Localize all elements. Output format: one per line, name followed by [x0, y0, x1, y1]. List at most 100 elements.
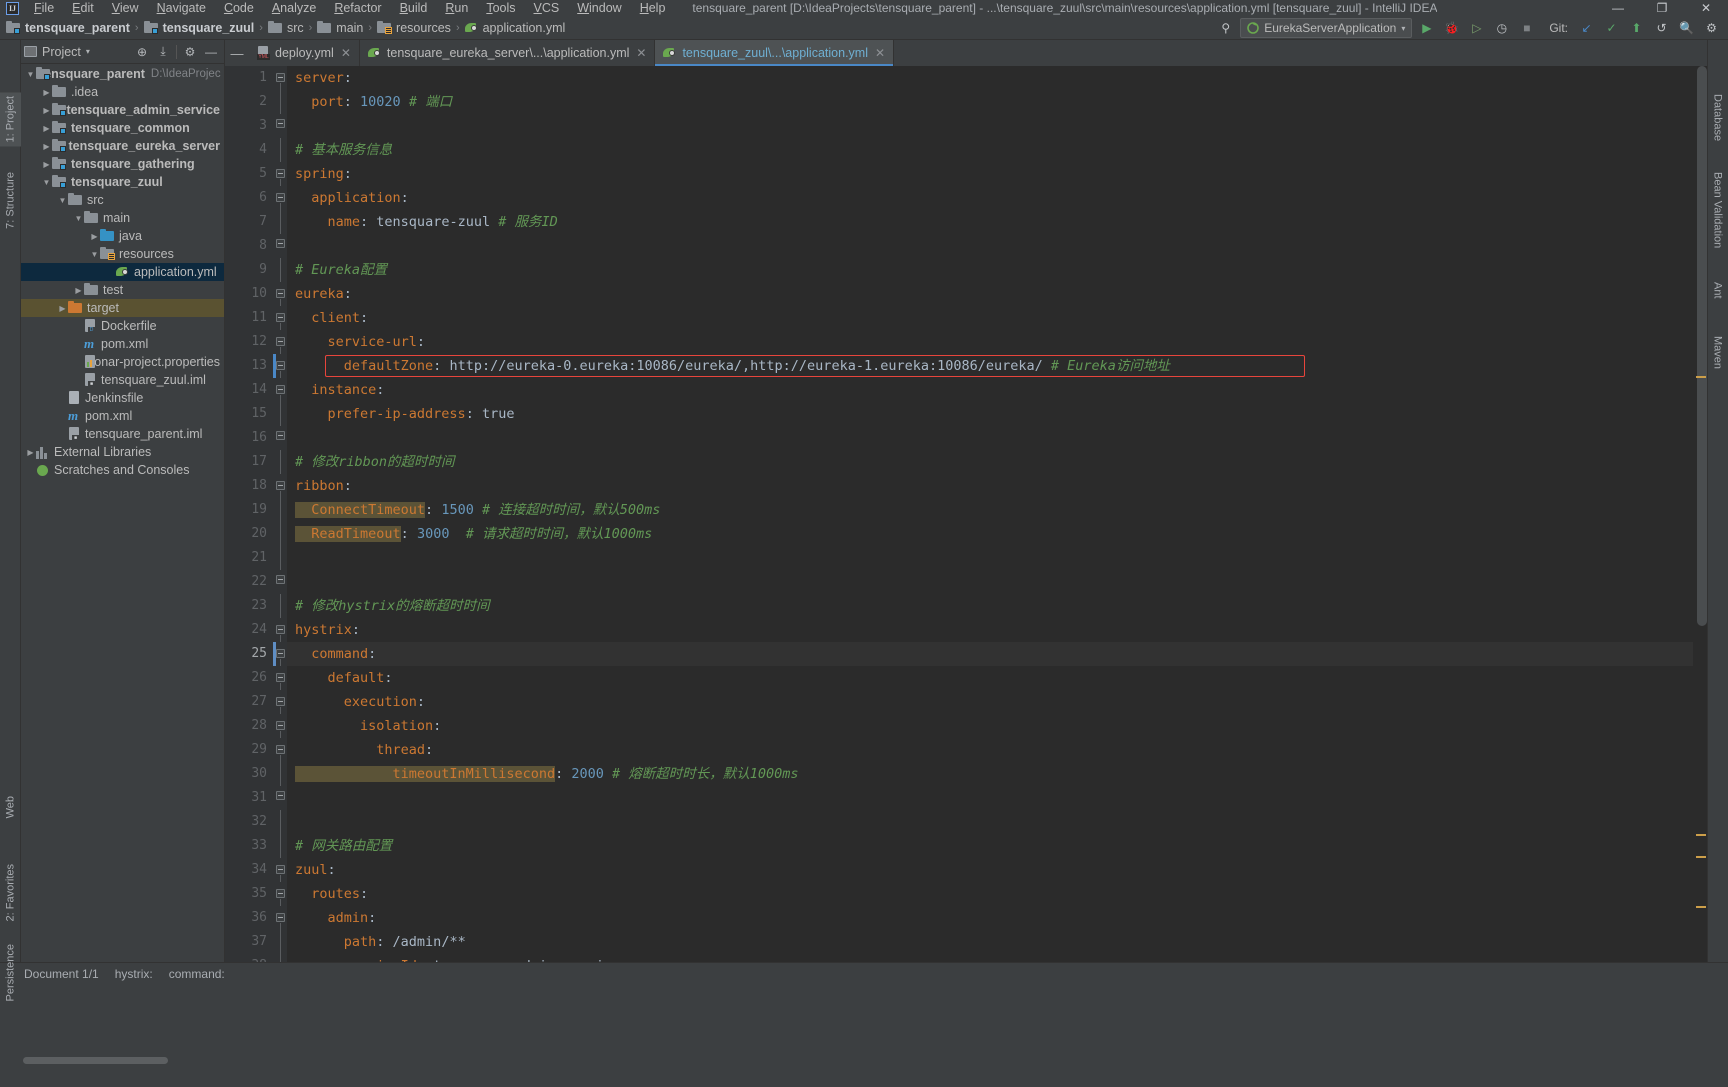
editor-tab-0[interactable]: YML deploy.yml ✕	[249, 40, 360, 66]
code-line[interactable]: client:	[287, 306, 1693, 330]
code-line[interactable]: path: /admin/**	[287, 930, 1693, 954]
code-line[interactable]: port: 10020 # 端口	[287, 90, 1693, 114]
code-line[interactable]	[287, 426, 1693, 450]
tree-item-tensquare-common[interactable]: ▶ tensquare_common	[21, 119, 224, 137]
fold-collapse-icon[interactable]	[276, 745, 285, 754]
chevron-down-icon[interactable]: ▼	[89, 250, 100, 259]
fold-gutter-row[interactable]	[273, 906, 287, 930]
run-button[interactable]: ▶	[1416, 18, 1437, 38]
chevron-right-icon[interactable]: ▶	[41, 142, 52, 151]
breadcrumb-item-resources[interactable]: resources	[377, 20, 451, 35]
fold-gutter-row[interactable]	[273, 858, 287, 882]
breadcrumb-item-tensquare-parent[interactable]: tensquare_parent	[6, 20, 130, 35]
fold-gutter-row[interactable]	[273, 666, 287, 690]
code-line[interactable]: routes:	[287, 882, 1693, 906]
code-line[interactable]: isolation:	[287, 714, 1693, 738]
code-line[interactable]: command:	[287, 642, 1693, 666]
code-line[interactable]: application:	[287, 186, 1693, 210]
chevron-right-icon[interactable]: ▶	[41, 160, 52, 169]
scroll-marker[interactable]	[1696, 376, 1706, 378]
fold-collapse-icon[interactable]	[276, 673, 285, 682]
code-line[interactable]: hystrix:	[287, 618, 1693, 642]
git-commit-icon[interactable]: ✓	[1601, 18, 1622, 38]
fold-gutter-row[interactable]	[273, 402, 287, 426]
undo-icon[interactable]: ↺	[1651, 18, 1672, 38]
fold-collapse-icon[interactable]	[276, 481, 285, 490]
tree-item-main[interactable]: ▼ main	[21, 209, 224, 227]
fold-gutter-row[interactable]	[273, 450, 287, 474]
maximize-button[interactable]: ❐	[1640, 0, 1684, 16]
tree-item-resources[interactable]: ▼ resources	[21, 245, 224, 263]
menu-item-tools[interactable]: Tools	[477, 0, 524, 16]
chevron-right-icon[interactable]: ▶	[57, 304, 68, 313]
fold-gutter-row[interactable]	[273, 378, 287, 402]
project-panel-title[interactable]: Project ▾	[24, 45, 90, 59]
editor-scroll-markers[interactable]	[1693, 66, 1707, 962]
code-line[interactable]	[287, 786, 1693, 810]
code-line[interactable]: service-url:	[287, 330, 1693, 354]
run-with-coverage-button[interactable]: ▷	[1466, 18, 1487, 38]
tool-window-button-web[interactable]: Web	[0, 792, 21, 822]
chevron-right-icon[interactable]: ▶	[89, 232, 100, 241]
fold-end-icon[interactable]	[276, 575, 285, 584]
stop-button[interactable]: ■	[1516, 18, 1537, 38]
profile-button[interactable]: ◷	[1491, 18, 1512, 38]
fold-collapse-icon[interactable]	[276, 73, 285, 82]
fold-gutter-row[interactable]	[273, 210, 287, 234]
code-line[interactable]	[287, 234, 1693, 258]
menu-item-edit[interactable]: Edit	[63, 0, 103, 16]
fold-gutter-row[interactable]	[273, 330, 287, 354]
fold-gutter-row[interactable]	[273, 546, 287, 570]
fold-gutter-row[interactable]	[273, 426, 287, 450]
menu-item-file[interactable]: File	[25, 0, 63, 16]
fold-gutter-row[interactable]	[273, 882, 287, 906]
tree-item-src[interactable]: ▼ src	[21, 191, 224, 209]
code-line[interactable]	[287, 570, 1693, 594]
fold-collapse-icon[interactable]	[276, 289, 285, 298]
chevron-down-icon[interactable]: ▼	[73, 214, 84, 223]
chevron-right-icon[interactable]: ▶	[73, 286, 84, 295]
code-line[interactable]: eureka:	[287, 282, 1693, 306]
tree-item-tensquare-admin-service[interactable]: ▶ tensquare_admin_service	[21, 101, 224, 119]
fold-gutter-row[interactable]	[273, 498, 287, 522]
tree-item-tensquare-parent-iml[interactable]: ■ tensquare_parent.iml	[21, 425, 224, 443]
fold-gutter-row[interactable]	[273, 66, 287, 90]
code-line[interactable]: admin:	[287, 906, 1693, 930]
chevron-right-icon[interactable]: ▶	[41, 88, 52, 97]
code-line[interactable]	[287, 546, 1693, 570]
editor-vertical-scrollbar[interactable]	[1697, 66, 1707, 626]
tree-item-scratches-and-consoles[interactable]: Scratches and Consoles	[21, 461, 224, 479]
code-line[interactable]: ConnectTimeout: 1500 # 连接超时时间，默认500ms	[287, 498, 1693, 522]
search-icon[interactable]: 🔍	[1676, 18, 1697, 38]
fold-gutter-row[interactable]	[273, 186, 287, 210]
tool-window-button-7--structure[interactable]: 7: Structure	[0, 168, 21, 233]
fold-gutter-row[interactable]	[273, 738, 287, 762]
chevron-down-icon[interactable]: ▼	[25, 70, 36, 79]
menu-item-view[interactable]: View	[103, 0, 148, 16]
menu-item-analyze[interactable]: Analyze	[263, 0, 325, 16]
tree-item-tensquare-gathering[interactable]: ▶ tensquare_gathering	[21, 155, 224, 173]
fold-collapse-icon[interactable]	[276, 865, 285, 874]
code-line[interactable]: prefer-ip-address: true	[287, 402, 1693, 426]
fold-collapse-icon[interactable]	[276, 649, 285, 658]
code-line[interactable]: name: tensquare-zuul # 服务ID	[287, 210, 1693, 234]
chevron-down-icon[interactable]: ▼	[57, 196, 68, 205]
git-push-icon[interactable]: ⬆	[1626, 18, 1647, 38]
fold-gutter-row[interactable]	[273, 714, 287, 738]
code-line[interactable]: ribbon:	[287, 474, 1693, 498]
fold-collapse-icon[interactable]	[276, 337, 285, 346]
close-button[interactable]: ✕	[1684, 0, 1728, 16]
code-line[interactable]: # Eureka配置	[287, 258, 1693, 282]
minimize-button[interactable]: —	[1596, 0, 1640, 16]
fold-collapse-icon[interactable]	[276, 721, 285, 730]
tree-item-jenkinsfile[interactable]: Jenkinsfile	[21, 389, 224, 407]
tree-item-pom-xml[interactable]: m pom.xml	[21, 407, 224, 425]
fold-collapse-icon[interactable]	[276, 913, 285, 922]
fold-gutter-row[interactable]	[273, 138, 287, 162]
editor-gutter-marks[interactable]	[225, 66, 237, 962]
fold-gutter-row[interactable]	[273, 258, 287, 282]
tool-window-button-2--favorites[interactable]: 2: Favorites	[0, 860, 21, 925]
tool-window-button-bean-validation[interactable]: Bean Validation	[1707, 168, 1728, 252]
hide-panel-icon[interactable]: —	[201, 42, 221, 62]
fold-gutter-row[interactable]	[273, 474, 287, 498]
